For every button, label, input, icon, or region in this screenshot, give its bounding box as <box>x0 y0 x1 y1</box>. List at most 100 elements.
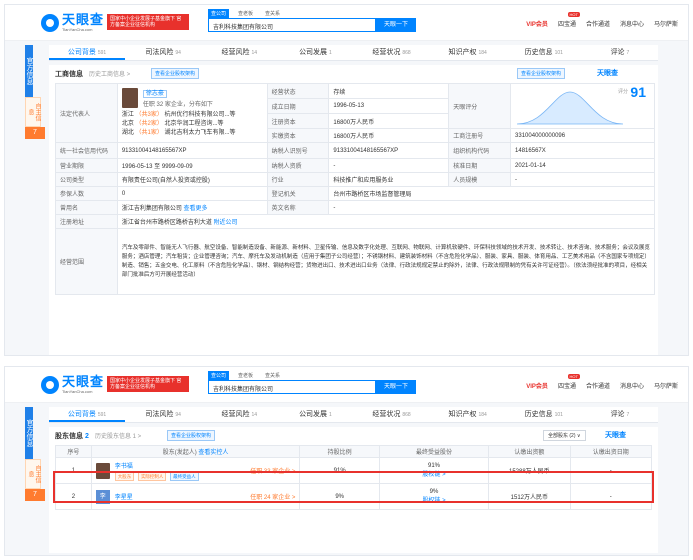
search-type-tabs: 查公司 查老板 查关系 <box>208 9 283 18</box>
tab-development[interactable]: 公司发展 1 <box>277 45 353 60</box>
company-type-value: 有限责任公司(自然人投资或控股) <box>116 172 268 187</box>
tab-background[interactable]: 公司背景 591 <box>49 45 126 60</box>
search-tab-boss[interactable]: 查老板 <box>235 9 256 18</box>
approve-date-label: 核准日期 <box>448 158 512 173</box>
side-self-info[interactable]: 自主信息 <box>25 97 41 127</box>
promo-badge: 国家中小企业发展子基金旗下 官方备案企业征信机构 <box>107 376 189 392</box>
equity-structure-tag[interactable]: 查看企业股权架构 <box>167 430 216 441</box>
tab-operation[interactable]: 经营状况 868 <box>354 407 430 422</box>
nearby-companies-link[interactable]: 附近公司 <box>214 220 238 226</box>
legal-rep-row: 浙江 （共3家） 杭州优行科技有限公司...等 <box>121 112 236 118</box>
legal-rep-cell: 徐志豪 任职 32 家企业，分布如下 浙江 （共3家） 杭州优行科技有限公司..… <box>116 83 268 143</box>
nav-messages[interactable]: 消息中心 <box>620 381 644 390</box>
tab-business-risk[interactable]: 经营风险 14 <box>201 45 277 60</box>
vip-link[interactable]: VIP会员 <box>526 381 548 390</box>
vip-link[interactable]: VIP会员 <box>526 19 548 28</box>
section-title: 股东信息 2 <box>55 433 89 440</box>
nav-app[interactable]: 四宝通 HOT <box>558 374 580 390</box>
tab-development[interactable]: 公司发展 1 <box>277 407 353 422</box>
promo-badge: 国家中小企业发展子基金旗下 官方备案企业征信机构 <box>107 14 189 30</box>
score-label: 天眼评分 <box>448 83 512 129</box>
col-shareholder: 股东(发起人) 查看实控人 <box>90 445 301 458</box>
eye-logo-icon <box>41 13 59 32</box>
search-tab-relation[interactable]: 查关系 <box>262 371 283 380</box>
approve-date-value: 2021-01-14 <box>510 158 655 173</box>
more-former-names-link[interactable]: 查看更多 <box>184 206 208 212</box>
credit-code-value: 91331004148165567XP <box>116 142 268 159</box>
side-count: 7 <box>25 489 45 501</box>
side-official-info[interactable]: 官方信息 <box>25 45 33 97</box>
logo[interactable]: 天眼查 TianYanCha.com <box>41 13 104 32</box>
nav-user[interactable]: 马尔萨斯 <box>654 381 678 390</box>
equity-structure-tag[interactable]: 查看企业股权架构 <box>151 68 200 79</box>
top-nav: VIP会员 四宝通 HOT 合作通道 消息中心 马尔萨斯 <box>526 12 678 28</box>
legal-rep-label: 法定代表人 <box>55 83 118 143</box>
search-tab-relation[interactable]: 查关系 <box>262 9 283 18</box>
tab-comments[interactable]: 评论 7 <box>582 45 658 60</box>
nav-app[interactable]: 四宝通 HOT <box>558 12 580 28</box>
hot-badge: HOT <box>567 12 580 17</box>
side-self-info[interactable]: 自主信息 <box>25 459 41 489</box>
logo-name: 天眼查 <box>62 12 105 27</box>
search-tab-company[interactable]: 查公司 <box>208 9 230 18</box>
nav-cooperation[interactable]: 合作通道 <box>586 19 610 28</box>
report-tag[interactable]: 查看企业股权架构 <box>517 68 566 79</box>
reg-capital-value: 16800万人民币 <box>328 113 450 129</box>
tab-ip[interactable]: 知识产权 184 <box>430 407 506 422</box>
view-controller-link[interactable]: 查看实控人 <box>198 450 228 456</box>
legal-rep-row: 湖北 （共1家） 湖北吉利太力飞车有限...等 <box>121 130 236 136</box>
top-nav: VIP会员 四宝通 HOT 合作通道 消息中心 马尔萨斯 <box>526 374 678 390</box>
search-button[interactable]: 天眼一下 <box>376 18 416 32</box>
search-input[interactable]: 吉利科技集团有限公司 <box>208 380 376 394</box>
industry-value: 科技推广和应用服务业 <box>328 172 450 187</box>
search-tab-company[interactable]: 查公司 <box>208 371 230 380</box>
org-code-value: 14816567X <box>510 142 655 159</box>
insured-label: 参保人数 <box>55 186 118 201</box>
paid-capital-value: 16800万人民币 <box>328 128 450 143</box>
search-button[interactable]: 天眼一下 <box>376 380 416 394</box>
legal-rep-row: 北京 （共2家） 北京华润工程咨询...等 <box>121 121 224 127</box>
logo[interactable]: 天眼查 TianYanCha.com <box>41 375 104 394</box>
tab-legal-risk[interactable]: 司法风险 94 <box>125 407 201 422</box>
scope-label: 经营范围 <box>55 228 118 295</box>
tab-ip[interactable]: 知识产权 184 <box>430 45 506 60</box>
tab-operation[interactable]: 经营状况 868 <box>354 45 430 60</box>
history-link[interactable]: 历史工商信息 > <box>89 69 130 78</box>
tax-qual-label: 纳税人资质 <box>266 158 330 173</box>
screenshot-business-info: 天眼查 TianYanCha.com 国家中小企业发展子基金旗下 官方备案企业征… <box>4 4 689 356</box>
side-official-info[interactable]: 官方信息 <box>25 407 33 459</box>
tab-comments[interactable]: 评论 7 <box>582 407 658 422</box>
tax-id-value: 91331004148165567XP <box>328 142 450 159</box>
tab-background[interactable]: 公司背景 591 <box>49 407 126 422</box>
tyc-watermark: 天眼查 <box>597 70 618 77</box>
score-value: 91 <box>630 84 646 100</box>
score-small-label: 评分 <box>617 89 628 95</box>
legal-rep-name[interactable]: 徐志豪 <box>142 90 167 98</box>
nav-cooperation[interactable]: 合作通道 <box>586 381 610 390</box>
section-header: 工商信息 历史工商信息 > 查看企业股权架构 查看企业股权架构 天眼查 <box>49 65 658 81</box>
tab-legal-risk[interactable]: 司法风险 94 <box>125 45 201 60</box>
avatar[interactable] <box>121 88 138 108</box>
status-label: 经营状态 <box>266 83 330 99</box>
business-info-table: 法定代表人 徐志豪 任职 32 家企业，分布如下 浙江 （共3家） 杭州优行科技… <box>55 83 656 295</box>
nav-user[interactable]: 马尔萨斯 <box>654 19 678 28</box>
search-input[interactable]: 吉利科技集团有限公司 <box>208 18 376 32</box>
english-name-label: 英文名称 <box>266 200 330 215</box>
staff-label: 人员规模 <box>448 172 512 187</box>
nav-messages[interactable]: 消息中心 <box>620 19 644 28</box>
logo-domain: TianYanCha.com <box>62 389 93 394</box>
search-tab-boss[interactable]: 查老板 <box>235 371 256 380</box>
top-bar: 天眼查 TianYanCha.com 国家中小企业发展子基金旗下 官方备案企业征… <box>5 5 688 41</box>
side-labels: 官方信息 自主信息 7 <box>25 407 45 501</box>
tab-business-risk[interactable]: 经营风险 14 <box>201 407 277 422</box>
tab-history[interactable]: 历史信息 101 <box>506 45 582 60</box>
former-name-cell: 浙江吉利集团有限公司 查看更多 <box>116 200 268 215</box>
shareholder-name[interactable]: 李书福 <box>115 461 250 470</box>
score-cell[interactable]: 评分 91 <box>510 83 655 129</box>
shareholder-filter-select[interactable]: 全部股东 (2) ∨ <box>543 430 586 441</box>
main-tabs: 公司背景 591 司法风险 94 经营风险 14 公司发展 1 经营状况 868… <box>49 45 658 61</box>
tab-history[interactable]: 历史信息 101 <box>506 407 582 422</box>
history-shareholders-link[interactable]: 历史股东信息 1 > <box>95 431 141 440</box>
score-curve-icon <box>517 91 624 125</box>
address-cell: 浙江省台州市路桥区路桥吉利大道 附近公司 <box>116 214 656 229</box>
